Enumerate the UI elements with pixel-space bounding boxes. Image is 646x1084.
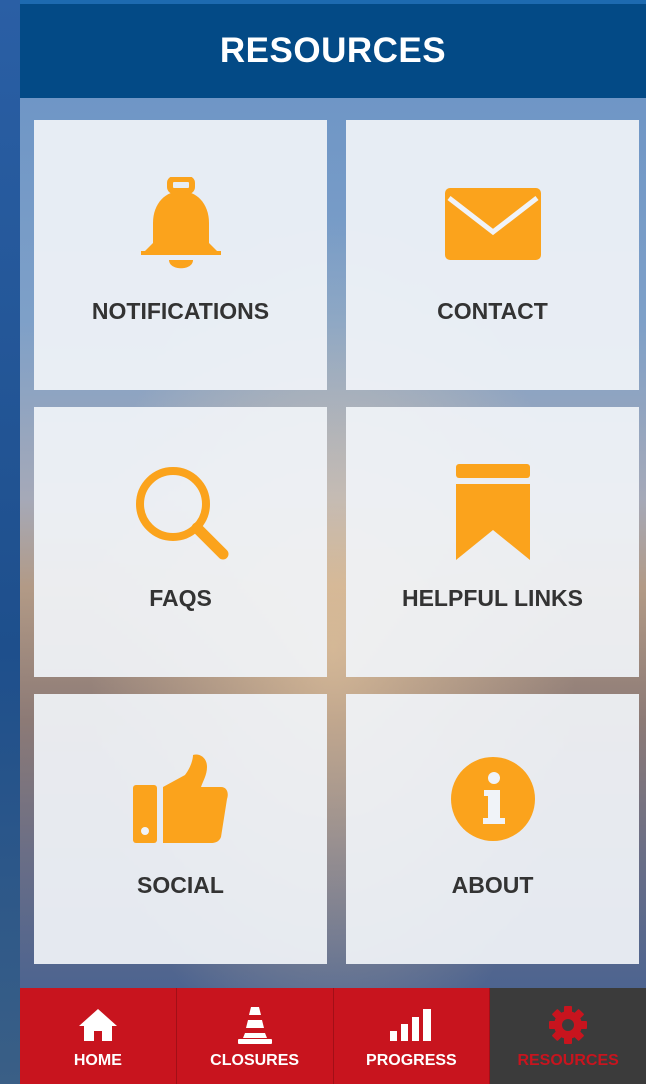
traffic-cone-icon [237,1006,273,1044]
helpful-links-tile[interactable]: HELPFUL LINKS [346,407,639,677]
tab-resources[interactable]: RESOURCES [490,988,646,1084]
bottom-tab-bar: HOME CLOSURES PROGRESS RESOURCES [20,988,646,1084]
tab-closures-label: CLOSURES [210,1052,300,1069]
page-title: RESOURCES [219,31,447,70]
faqs-label: FAQS [149,585,212,611]
about-tile[interactable]: ABOUT [346,694,639,964]
helpful-links-label: HELPFUL LINKS [401,585,584,611]
social-label: SOCIAL [137,872,224,898]
thumbs-up-icon [34,749,327,849]
app-screen: RESOURCES NOTIFICATIONS CONTACT FAQS HEL… [20,0,646,1084]
social-tile[interactable]: SOCIAL [34,694,327,964]
info-icon [346,749,639,849]
contact-tile[interactable]: CONTACT [346,120,639,390]
about-label: ABOUT [451,872,534,898]
background-edge [0,0,20,1084]
tab-home-label: HOME [73,1052,122,1069]
gear-icon [548,1006,588,1044]
notifications-tile[interactable]: NOTIFICATIONS [34,120,327,390]
tab-closures[interactable]: CLOSURES [176,988,334,1084]
notifications-label: NOTIFICATIONS [91,298,270,324]
bell-icon [34,175,327,275]
contact-label: CONTACT [437,298,548,324]
search-icon [34,462,327,562]
header-bar: RESOURCES [20,0,646,98]
tab-progress[interactable]: PROGRESS [333,988,491,1084]
bar-chart-icon [390,1006,432,1044]
tab-progress-label: PROGRESS [366,1052,457,1069]
tab-resources-label: RESOURCES [517,1052,619,1069]
home-icon [78,1006,118,1044]
faqs-tile[interactable]: FAQS [34,407,327,677]
envelope-icon [346,175,639,275]
tab-home[interactable]: HOME [20,988,177,1084]
bookmark-icon [346,462,639,562]
